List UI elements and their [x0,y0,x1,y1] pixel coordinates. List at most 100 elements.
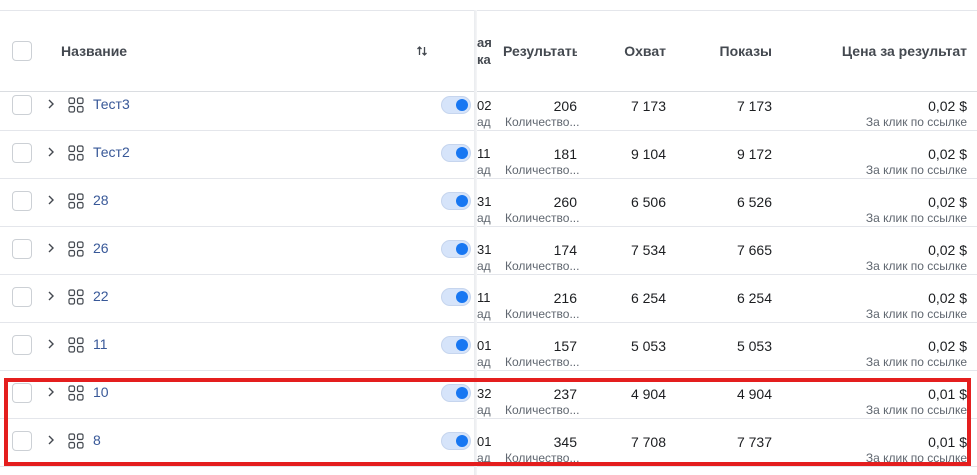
ad-set-grid-icon [68,289,84,305]
row-name-link[interactable]: 11 [93,336,108,352]
partial-column-subtext: ад [477,211,491,225]
reach-value: 5 053 [630,338,666,354]
sort-arrows-icon[interactable] [416,45,428,57]
reach-value: 6 254 [630,290,666,306]
column-header-reach[interactable]: Охват [624,43,666,59]
row-checkbox[interactable] [12,191,32,211]
toggle-knob [456,99,468,111]
toggle-knob [456,147,468,159]
partial-column-subtext: ад [477,163,491,177]
result-value: 216 [553,290,577,306]
ad-set-grid-icon [68,193,84,209]
toggle-knob [456,291,468,303]
partial-column-subtext: ад [477,307,491,321]
reach-value: 6 506 [630,194,666,210]
impressions-value: 5 053 [736,338,772,354]
chevron-right-icon[interactable] [46,147,56,157]
select-all-checkbox[interactable] [12,41,32,61]
partial-column-value: 02 [477,98,491,113]
result-type: Количество... [505,307,580,321]
toggle-knob [456,243,468,255]
result-value: 157 [553,338,577,354]
column-header-partial-top: ая [477,35,491,50]
chevron-right-icon[interactable] [46,195,56,205]
ad-set-grid-icon [68,97,84,113]
result-type: Количество... [505,211,580,225]
cost-per-result-type: За клик по ссылке [865,259,967,273]
ad-set-grid-icon [68,145,84,161]
partial-column-subtext: ад [477,115,491,129]
partial-column-value: 11 [477,146,491,161]
status-toggle[interactable] [441,192,471,210]
status-toggle[interactable] [441,288,471,306]
cost-per-result-type: За клик по ссылке [865,211,967,225]
result-value: 181 [553,146,577,162]
table-row[interactable]: Тест3 02 ад 206 Количество... 7 173 7 17… [0,82,977,131]
partial-column-value: 01 [477,338,491,353]
table-row[interactable]: 28 31 ад 260 Количество... 6 506 6 526 0… [0,178,977,227]
status-toggle[interactable] [441,144,471,162]
toggle-knob [456,339,468,351]
row-name-link[interactable]: 22 [93,288,109,304]
column-header-partial-bottom: ка [477,52,491,67]
table-row[interactable]: Тест2 11 ад 181 Количество... 9 104 9 17… [0,130,977,179]
cost-per-result-value: 0,02 $ [928,98,967,114]
row-name-link[interactable]: 26 [93,240,109,256]
impressions-value: 7 665 [736,242,772,258]
chevron-right-icon[interactable] [46,339,56,349]
cost-per-result-type: За клик по ссылке [865,355,967,369]
ad-set-grid-icon [68,241,84,257]
row-name-link[interactable]: 28 [93,192,109,208]
impressions-value: 6 254 [736,290,772,306]
row-checkbox[interactable] [12,143,32,163]
table-row[interactable]: 22 11 ад 216 Количество... 6 254 6 254 0… [0,274,977,323]
column-header-impressions[interactable]: Показы [720,43,773,59]
row-name-link[interactable]: Тест2 [93,144,130,160]
impressions-value: 9 172 [736,146,772,162]
partial-column-subtext: ад [477,355,491,369]
result-type: Количество... [505,115,580,129]
result-type: Количество... [505,259,580,273]
partial-column-value: 31 [477,194,491,209]
cost-per-result-value: 0,02 $ [928,290,967,306]
cost-per-result-type: За клик по ссылке [865,115,967,129]
table-row[interactable]: 26 31 ад 174 Количество... 7 534 7 665 0… [0,226,977,275]
reach-value: 7 173 [630,98,666,114]
ad-set-grid-icon [68,337,84,353]
reach-value: 7 534 [630,242,666,258]
column-header-results[interactable]: Результаты [503,43,577,59]
cost-per-result-type: За клик по ссылке [865,307,967,321]
result-value: 206 [553,98,577,114]
cost-per-result-value: 0,02 $ [928,242,967,258]
cost-per-result-value: 0,02 $ [928,194,967,210]
partial-column-value: 11 [477,290,491,305]
table-row[interactable]: 11 01 ад 157 Количество... 5 053 5 053 0… [0,322,977,371]
chevron-right-icon[interactable] [46,99,56,109]
result-type: Количество... [505,355,580,369]
partial-column-subtext: ад [477,259,491,273]
highlight-box [4,378,971,466]
status-toggle[interactable] [441,240,471,258]
row-name-link[interactable]: Тест3 [93,96,130,112]
partial-column-value: 31 [477,242,491,257]
row-checkbox[interactable] [12,239,32,259]
status-toggle[interactable] [441,96,471,114]
toggle-knob [456,195,468,207]
result-type: Количество... [505,163,580,177]
chevron-right-icon[interactable] [46,291,56,301]
result-value: 174 [553,242,577,258]
cost-per-result-value: 0,02 $ [928,338,967,354]
column-header-cost-per-result[interactable]: Цена за результат [842,43,967,59]
row-checkbox[interactable] [12,95,32,115]
chevron-right-icon[interactable] [46,243,56,253]
cost-per-result-type: За клик по ссылке [865,163,967,177]
reach-value: 9 104 [630,146,666,162]
impressions-value: 6 526 [736,194,772,210]
row-checkbox[interactable] [12,287,32,307]
result-value: 260 [553,194,577,210]
row-checkbox[interactable] [12,335,32,355]
column-header-name[interactable]: Название [61,43,127,59]
status-toggle[interactable] [441,336,471,354]
table-header: Название ая ка Результаты Охват Показы Ц… [0,10,977,92]
cost-per-result-value: 0,02 $ [928,146,967,162]
